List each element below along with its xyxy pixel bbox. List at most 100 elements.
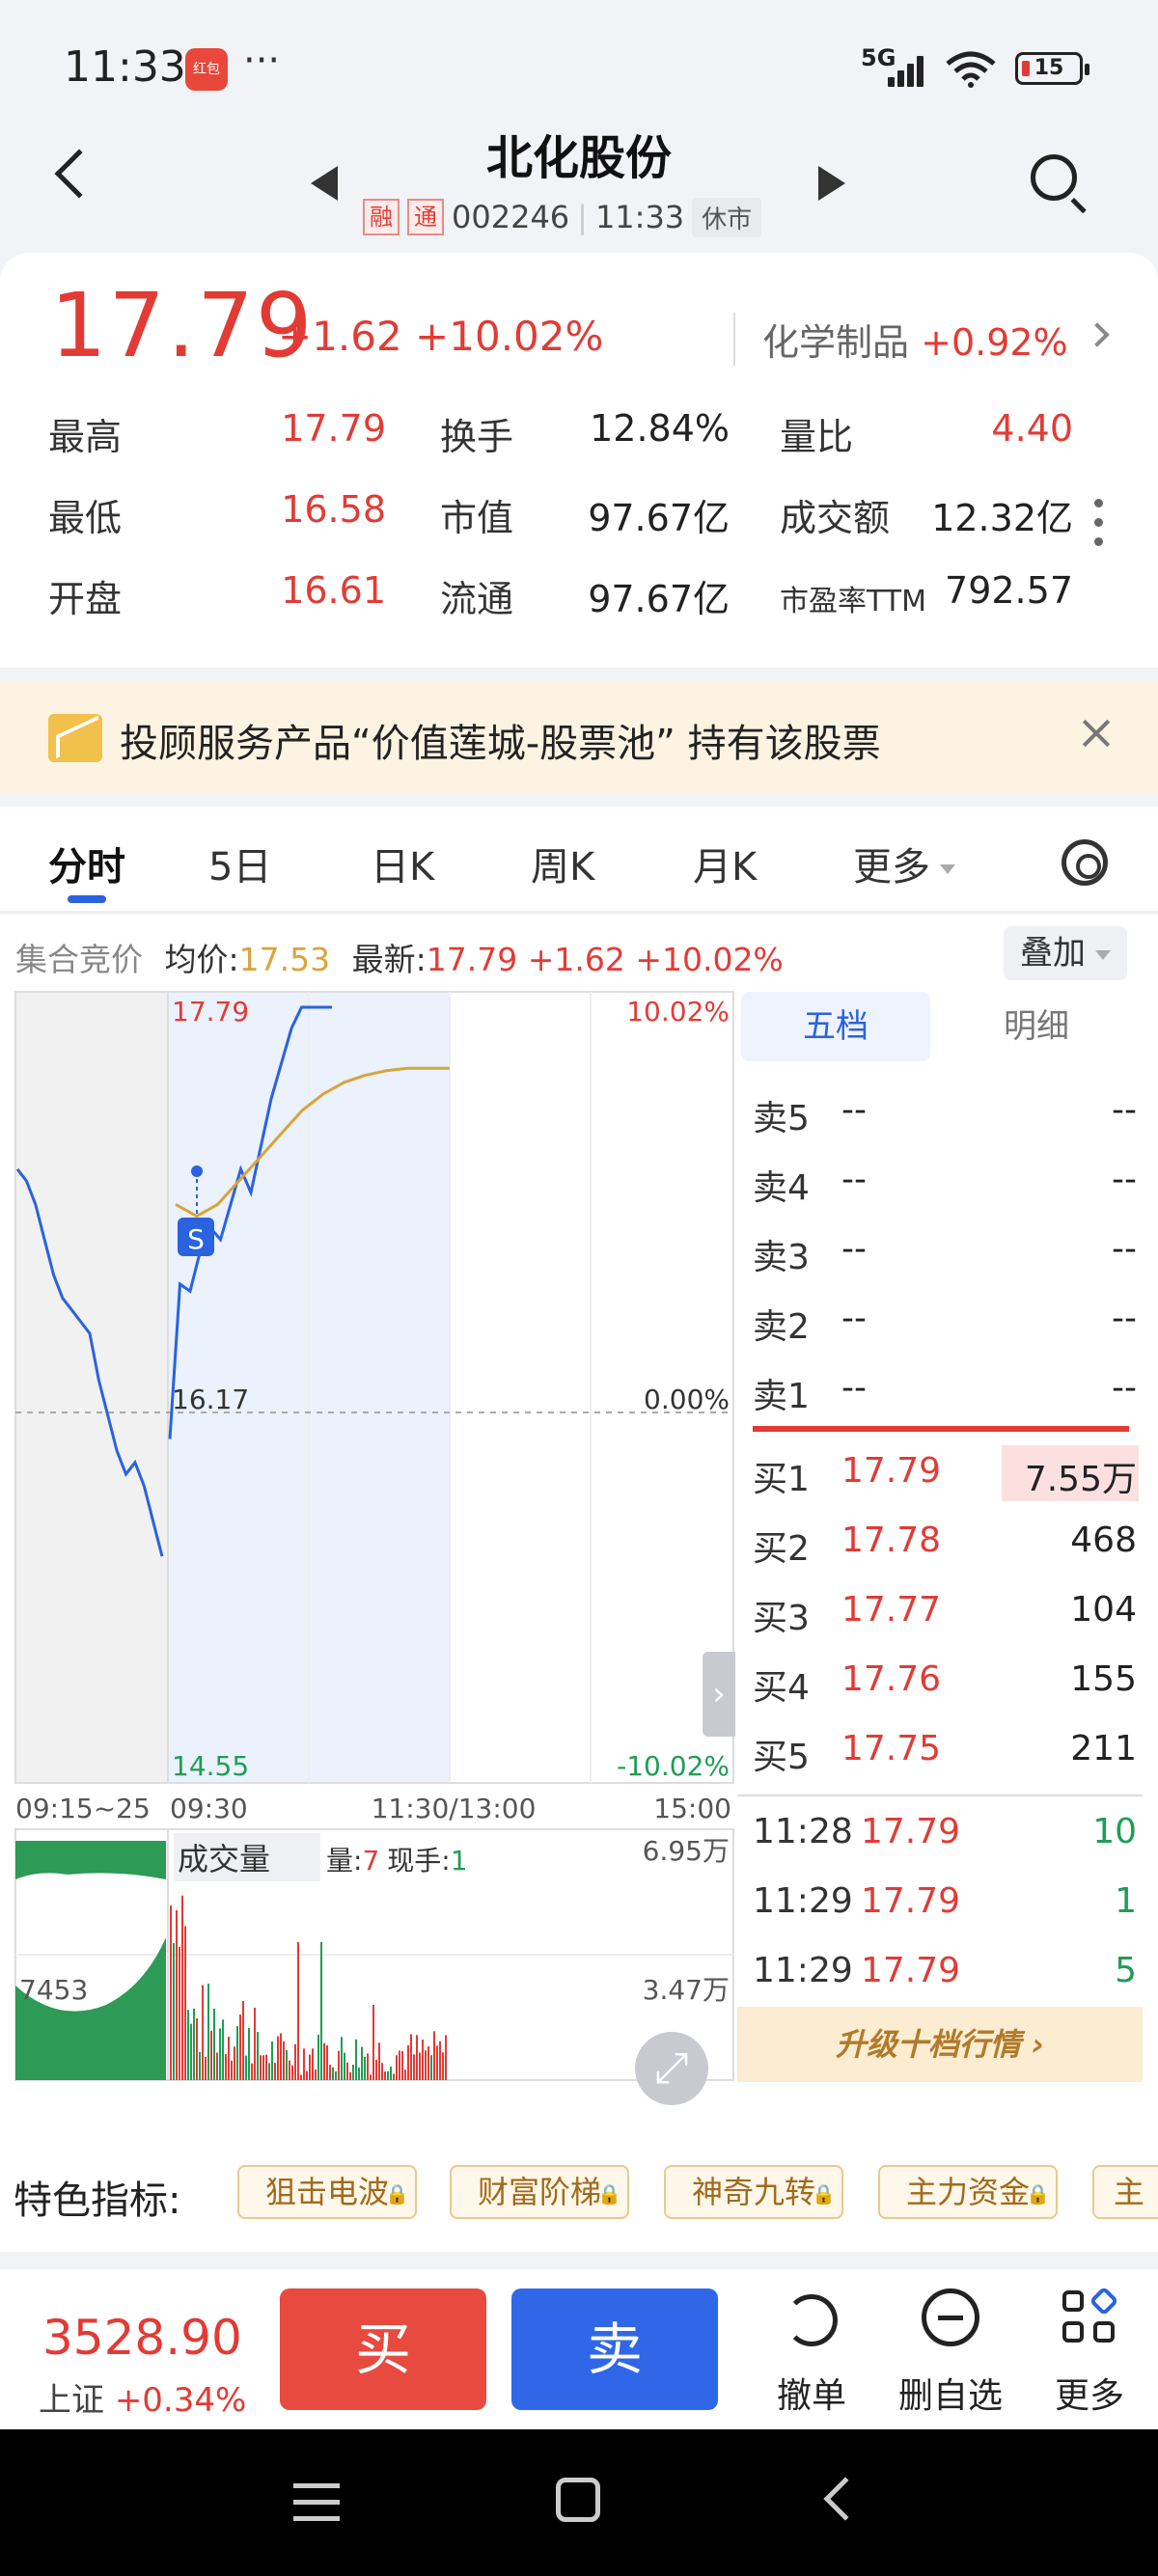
volume-bars xyxy=(170,1895,447,2080)
indicator-chip[interactable]: 神奇九转 🔒 xyxy=(664,2165,843,2219)
sell-button[interactable]: 卖 xyxy=(511,2288,718,2410)
connect-tag: 通 xyxy=(407,199,444,235)
app-notification-icon: 红包 xyxy=(185,48,228,91)
signal-point xyxy=(191,1165,203,1177)
tab-5day[interactable]: 5日 xyxy=(208,836,271,891)
level-vol: -- xyxy=(1112,1160,1137,1199)
buy-row: 买3 17.77 104 xyxy=(753,1576,1139,1646)
stat-label: 流通 xyxy=(440,578,514,620)
tab-monthly-k[interactable]: 月K xyxy=(693,836,757,891)
tick-vol: 10 xyxy=(1092,1812,1137,1851)
chevron-right-icon[interactable]: › xyxy=(703,1652,735,1737)
stat-value: 17.79 xyxy=(281,407,386,450)
index-name[interactable]: 上证 +0.34% xyxy=(39,2373,246,2421)
volume-bar xyxy=(297,1942,299,2080)
sector-link[interactable]: 化学制品 +0.92% xyxy=(733,313,1068,366)
level-label: 卖4 xyxy=(753,1168,810,1208)
tab-more[interactable]: 更多 xyxy=(853,836,955,891)
volume-bar xyxy=(265,2054,267,2080)
buy-row: 买2 17.78 468 xyxy=(753,1507,1139,1576)
wifi-icon xyxy=(946,51,996,88)
volume-bar xyxy=(193,2008,195,2080)
advisor-banner[interactable]: 投顾服务产品“价值莲城-股票池” 持有该股票 xyxy=(0,681,1158,793)
lock-icon: 🔒 xyxy=(385,2182,409,2206)
more-vertical-icon[interactable] xyxy=(1094,499,1106,557)
tab-weekly-k[interactable]: 周K xyxy=(531,836,594,891)
more-notifications-icon: ··· xyxy=(243,39,281,83)
hand-value: 1 xyxy=(451,1845,468,1877)
tab-five-levels[interactable]: 五档 xyxy=(741,992,930,1061)
tab-daily-k[interactable]: 日K xyxy=(371,836,434,891)
volume-bar xyxy=(225,2054,227,2080)
cancel-order-button[interactable]: 撤单 xyxy=(749,2288,874,2416)
feature-indicators: 特色指标: 狙击电波 🔒 财富阶梯 🔒 神奇九转 🔒 主力资金 🔒 主 xyxy=(0,2132,1158,2252)
ticks-divider xyxy=(737,1795,1143,1796)
volume-bar xyxy=(236,2026,238,2080)
upgrade-ten-level-button[interactable]: 升级十档行情 › xyxy=(737,2007,1143,2082)
sell-row: 卖4 -- -- xyxy=(753,1146,1139,1216)
sector-change: +0.92% xyxy=(921,321,1068,364)
volume-bar xyxy=(346,2062,348,2080)
sector-name: 化学制品 xyxy=(762,321,910,364)
search-icon[interactable] xyxy=(1031,154,1077,201)
back-icon[interactable] xyxy=(54,149,104,199)
level-label: 买3 xyxy=(753,1599,810,1638)
close-icon[interactable] xyxy=(1079,716,1114,751)
chevron-right-icon[interactable] xyxy=(1085,322,1110,347)
indicator-chip[interactable]: 主力资金 🔒 xyxy=(878,2165,1058,2219)
volume-bar xyxy=(341,2037,343,2080)
overlay-button[interactable]: 叠加 xyxy=(1004,926,1127,980)
auction-region xyxy=(15,992,168,1783)
volume-bar xyxy=(239,2014,241,2080)
home-icon[interactable] xyxy=(556,2478,600,2522)
indicator-chip[interactable]: 狙击电波 🔒 xyxy=(237,2165,417,2219)
volume-bar xyxy=(335,2070,337,2080)
volume-bar xyxy=(210,2030,212,2080)
tab-details[interactable]: 明细 xyxy=(942,992,1131,1061)
volume-bar xyxy=(213,2008,215,2080)
prev-stock-icon[interactable] xyxy=(311,166,338,201)
signal-marker: S xyxy=(187,1223,205,1255)
stat-value: 97.67亿 xyxy=(588,578,730,620)
expand-icon[interactable] xyxy=(635,2032,708,2105)
auction-volume-area xyxy=(15,1937,166,2080)
volume-bar xyxy=(283,2041,285,2080)
level-price: -- xyxy=(841,1090,867,1130)
quote-panel: 17.79 +1.62 +10.02% 化学制品 +0.92% 最高 17.79… xyxy=(0,253,1158,668)
indicator-chip[interactable]: 财富阶梯 🔒 xyxy=(450,2165,629,2219)
tab-intraday[interactable]: 分时 xyxy=(48,836,125,891)
tick-vol: 5 xyxy=(1115,1951,1137,1990)
volume-bar xyxy=(262,2055,264,2080)
stock-subline: 融 通 002246 | 11:33 休市 xyxy=(363,197,762,237)
level-vol: 7.55万 xyxy=(1024,1460,1137,1499)
stock-code: 002246 xyxy=(452,199,570,235)
index-value[interactable]: 3528.90 xyxy=(42,2310,242,2366)
stat-value: 12.84% xyxy=(590,407,730,450)
more-button[interactable]: 更多 xyxy=(1027,2286,1152,2416)
tick-time: 11:28 xyxy=(753,1812,853,1851)
next-stock-icon[interactable] xyxy=(818,166,845,201)
pct-axis-bottom: -10.02% xyxy=(617,1750,730,1782)
menu-icon[interactable] xyxy=(293,2483,340,2522)
chip-label: 财富阶梯 xyxy=(477,2174,601,2210)
volume-bar xyxy=(286,2049,288,2080)
chip-label: 主力资金 xyxy=(905,2174,1030,2210)
buy-button[interactable]: 买 xyxy=(280,2288,486,2410)
back-nav-icon[interactable] xyxy=(823,2477,868,2521)
level-price: 17.79 xyxy=(841,1451,942,1491)
chip-label: 狙击电波 xyxy=(264,2174,389,2210)
volume-bar xyxy=(219,2028,221,2080)
stat-label: 换手 xyxy=(440,416,514,458)
volume-bar xyxy=(248,2028,250,2080)
volume-bar xyxy=(425,2050,427,2080)
volume-bar xyxy=(404,2069,406,2080)
tick-row: 11:29 17.79 5 xyxy=(753,1939,1139,2009)
volume-bar xyxy=(231,2060,233,2080)
indicator-chip[interactable]: 主 xyxy=(1092,2165,1158,2219)
intraday-chart[interactable]: S 17.79 16.17 14.55 10.02% 0.00% -10.02%… xyxy=(0,915,737,2132)
gear-icon[interactable] xyxy=(1062,839,1108,886)
level-price: 17.75 xyxy=(841,1729,942,1768)
level-label: 买2 xyxy=(753,1529,810,1569)
volume-bar xyxy=(257,2032,259,2080)
remove-watchlist-button[interactable]: 删自选 xyxy=(888,2288,1013,2416)
